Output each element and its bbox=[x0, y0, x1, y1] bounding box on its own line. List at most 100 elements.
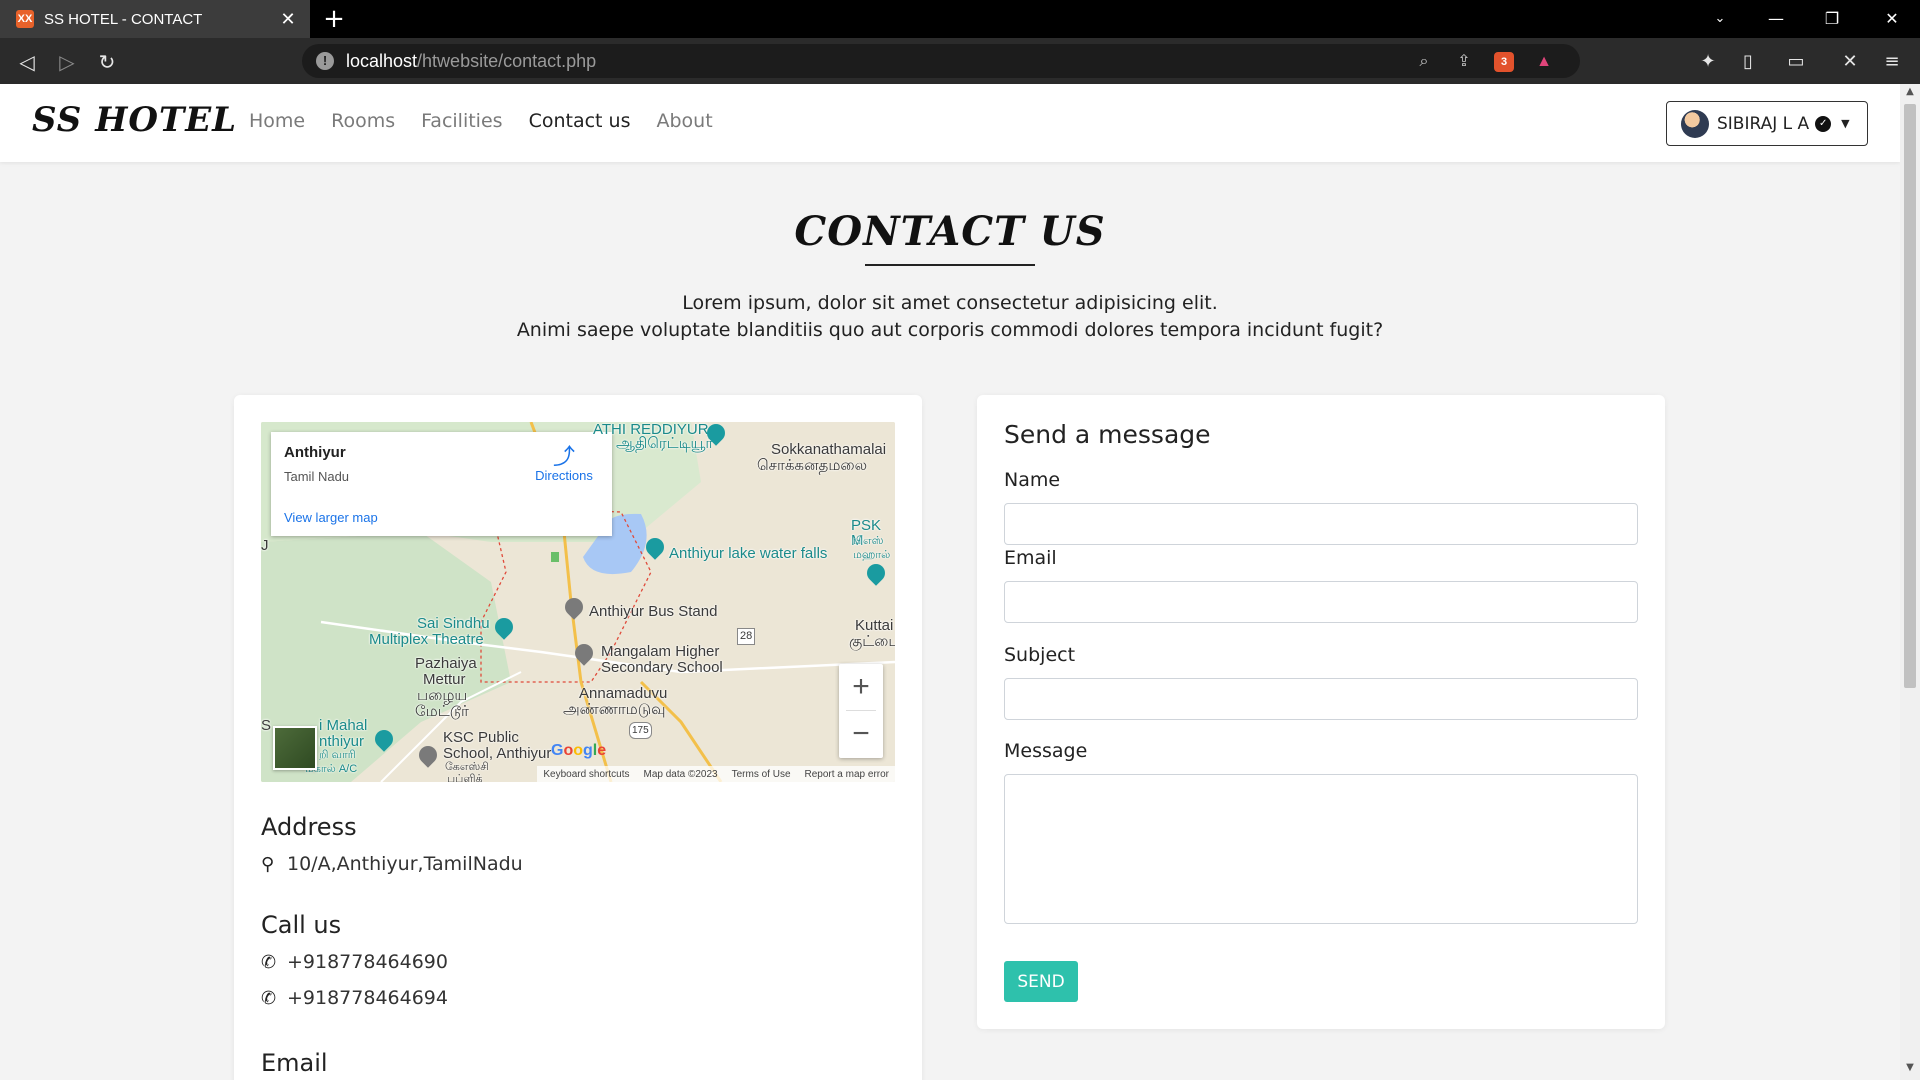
subject-input[interactable] bbox=[1004, 678, 1638, 720]
browser-tab-strip: XX SS HOTEL - CONTACT ✕ + ⌄ — ❐ ✕ bbox=[0, 0, 1920, 38]
directions-button[interactable]: ⤴ Directions bbox=[529, 446, 599, 484]
address-heading: Address bbox=[261, 813, 357, 841]
map-label-school2: Secondary School bbox=[601, 659, 723, 676]
new-tab-icon[interactable]: + bbox=[320, 5, 348, 33]
directions-label: Directions bbox=[535, 468, 593, 483]
site-info-icon[interactable]: ! bbox=[316, 52, 334, 70]
phone-number-2[interactable]: +918778464694 bbox=[287, 987, 448, 1009]
map-label-edge-s: S bbox=[261, 717, 272, 734]
nav-link-home[interactable]: Home bbox=[249, 110, 305, 132]
satellite-toggle[interactable] bbox=[273, 726, 317, 770]
view-larger-map-link[interactable]: View larger map bbox=[284, 510, 378, 525]
location-pin-icon: ⚲ bbox=[261, 853, 275, 875]
sidebar-icon[interactable]: ▯ bbox=[1736, 50, 1760, 74]
address-row: ⚲ 10/A,Anthiyur,TamilNadu bbox=[261, 853, 523, 875]
zoom-icon[interactable]: ⌕ bbox=[1414, 52, 1434, 72]
back-icon[interactable]: ◁ bbox=[12, 47, 42, 77]
nav-link-facilities[interactable]: Facilities bbox=[421, 110, 502, 132]
map-label-psk-ta2: மஹால் bbox=[853, 549, 891, 561]
intro-line-2: Animi saepe voluptate blanditiis quo aut… bbox=[516, 319, 1384, 341]
xampp-favicon-icon: XX bbox=[16, 10, 34, 28]
share-icon[interactable]: ⇪ bbox=[1454, 52, 1474, 72]
map-label-sai2: Multiplex Theatre bbox=[369, 631, 484, 648]
scrollbar-thumb[interactable] bbox=[1904, 104, 1916, 688]
map-data-text: Map data ©2023 bbox=[643, 768, 718, 780]
tab-close-icon[interactable]: ✕ bbox=[278, 9, 298, 29]
url-host: localhost bbox=[346, 50, 418, 71]
map-label-kuttai-ta: குட்டை bbox=[849, 633, 895, 650]
zoom-out-button[interactable]: − bbox=[839, 711, 883, 757]
map-label-sokka-ta: சொக்கனதமலை bbox=[757, 457, 868, 474]
nav-link-rooms[interactable]: Rooms bbox=[331, 110, 395, 132]
verified-badge-icon: ✓ bbox=[1815, 115, 1832, 132]
phone-icon: ✆ bbox=[261, 951, 277, 973]
phone-row-2[interactable]: ✆ +918778464694 bbox=[261, 987, 448, 1009]
browser-tab-active[interactable]: XX SS HOTEL - CONTACT ✕ bbox=[0, 0, 310, 38]
send-button[interactable]: SEND bbox=[1004, 961, 1078, 1002]
address-bar[interactable]: ! localhost/htwebsite/contact.php ⌕ ⇪ 3 … bbox=[302, 44, 1580, 78]
forward-icon[interactable]: ▷ bbox=[52, 47, 82, 77]
nav-link-contact[interactable]: Contact us bbox=[529, 110, 631, 132]
map-label-road: 28 bbox=[737, 628, 756, 645]
scroll-up-arrow-icon[interactable]: ▲ bbox=[1900, 86, 1920, 102]
map-place-region: Tamil Nadu bbox=[284, 469, 350, 484]
map-label-psk-ta1: பிஎஸ் bbox=[853, 535, 884, 547]
url-path: /htwebsite/contact.php bbox=[417, 50, 597, 71]
menu-icon[interactable]: ≡ bbox=[1880, 50, 1904, 74]
nav-links: Home Rooms Facilities Contact us About bbox=[249, 110, 739, 132]
intro-line-1: Lorem ipsum, dolor sit amet consectetur … bbox=[682, 292, 1218, 314]
brave-shields-icon[interactable]: 3 bbox=[1494, 52, 1514, 72]
map-label-edge-j: J bbox=[261, 537, 269, 554]
page-title: CONTACT US bbox=[794, 208, 1106, 255]
wallet-icon[interactable]: ▭ bbox=[1784, 50, 1808, 74]
restore-icon[interactable]: ❐ bbox=[1804, 0, 1860, 38]
map-label-sai1: Sai Sindhu bbox=[417, 615, 490, 632]
map-label-anna: Annamaduvu bbox=[579, 685, 668, 702]
google-logo: Google bbox=[551, 742, 607, 759]
terms-link[interactable]: Terms of Use bbox=[732, 769, 791, 780]
browser-toolbar: ◁ ▷ ↻ ! localhost/htwebsite/contact.php … bbox=[0, 38, 1920, 84]
nav-link-about[interactable]: About bbox=[656, 110, 712, 132]
map-label-ksc1: KSC Public bbox=[443, 729, 519, 746]
extensions-icon[interactable]: ✦ bbox=[1696, 50, 1720, 74]
map-label-pazh-ta2: மேட்டூர் bbox=[415, 703, 469, 720]
email-input[interactable] bbox=[1004, 581, 1638, 623]
map-label-mahal-ta1: றி வாரி bbox=[319, 749, 356, 761]
name-input[interactable] bbox=[1004, 503, 1638, 545]
map-zoom-control: + − bbox=[839, 664, 883, 758]
keyboard-shortcuts-link[interactable]: Keyboard shortcuts bbox=[543, 769, 629, 780]
email-heading: Email bbox=[261, 1049, 328, 1077]
google-map[interactable]: Anthiyur Tamil Nadu View larger map ⤴ Di… bbox=[261, 422, 895, 782]
leo-icon[interactable]: ✕ bbox=[1838, 50, 1862, 74]
tab-list-chevron-icon[interactable]: ⌄ bbox=[1692, 0, 1748, 38]
map-place-name: Anthiyur bbox=[284, 444, 346, 461]
zoom-in-button[interactable]: + bbox=[839, 664, 883, 710]
brave-rewards-icon[interactable]: ▲ bbox=[1534, 52, 1554, 72]
map-label-pazh2: Mettur bbox=[423, 671, 466, 688]
map-label-ksc-ta2: பப்ளிக் bbox=[447, 773, 483, 782]
report-error-link[interactable]: Report a map error bbox=[805, 769, 889, 780]
phone-row-1[interactable]: ✆ +918778464690 bbox=[261, 951, 448, 973]
caret-down-icon: ▼ bbox=[1841, 117, 1850, 130]
user-dropdown-button[interactable]: SIBIRAJ L A ✓ ▼ bbox=[1666, 101, 1868, 146]
reload-icon[interactable]: ↻ bbox=[92, 47, 122, 77]
phone-number-1[interactable]: +918778464690 bbox=[287, 951, 448, 973]
map-label-mahal2: nthiyur bbox=[319, 733, 365, 750]
contact-info-card: Anthiyur Tamil Nadu View larger map ⤴ Di… bbox=[234, 395, 922, 1080]
window-close-icon[interactable]: ✕ bbox=[1864, 0, 1920, 38]
scroll-down-arrow-icon[interactable]: ▼ bbox=[1900, 1062, 1920, 1078]
site-navbar: SS HOTEL Home Rooms Facilities Contact u… bbox=[0, 84, 1900, 162]
map-label-school1: Mangalam Higher bbox=[601, 643, 720, 660]
map-label-pazh1: Pazhaiya bbox=[415, 655, 477, 672]
brand-logo[interactable]: SS HOTEL bbox=[32, 100, 237, 140]
message-textarea[interactable] bbox=[1004, 774, 1638, 924]
map-label-athi-ta: ஆதிரெட்டியூர் bbox=[616, 435, 714, 452]
map-label-kuttai: Kuttai bbox=[855, 617, 894, 634]
map-footer: Keyboard shortcuts Map data ©2023 Terms … bbox=[537, 766, 895, 782]
minimize-icon[interactable]: — bbox=[1748, 0, 1804, 38]
page-scrollbar[interactable]: ▲ ▼ bbox=[1900, 84, 1920, 1080]
call-heading: Call us bbox=[261, 911, 342, 939]
phone-icon: ✆ bbox=[261, 987, 277, 1009]
email-label: Email bbox=[1004, 547, 1057, 569]
subject-label: Subject bbox=[1004, 644, 1076, 666]
